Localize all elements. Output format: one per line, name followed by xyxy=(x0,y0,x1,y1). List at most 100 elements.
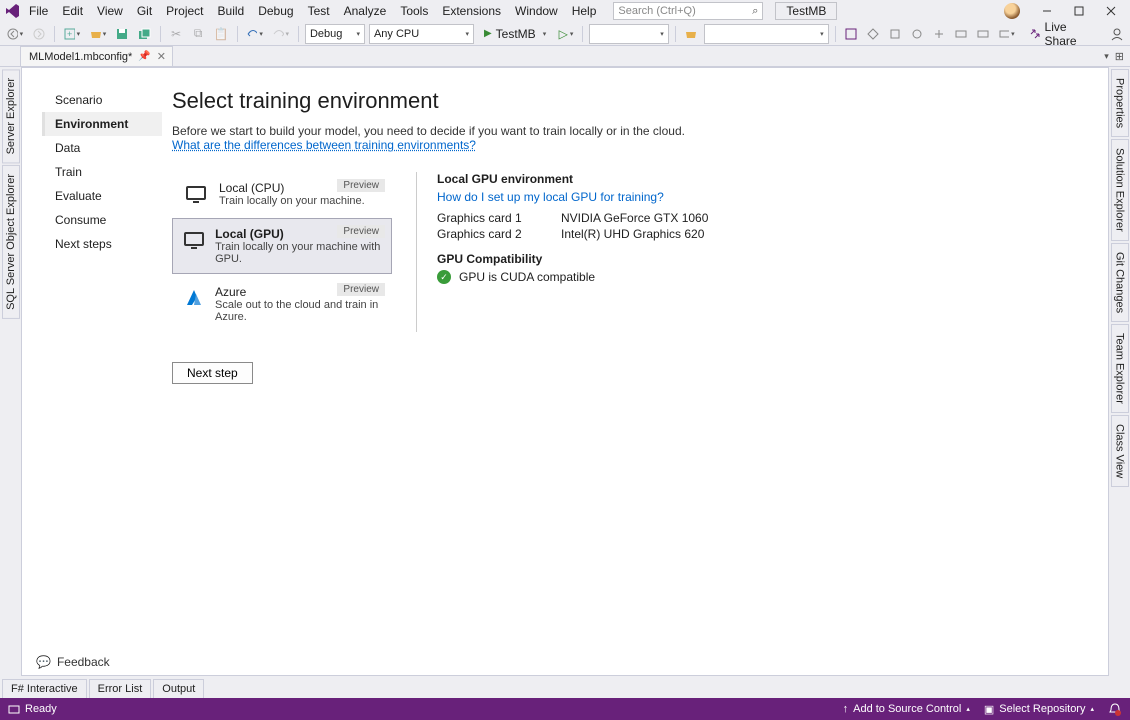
menu-help[interactable]: Help xyxy=(565,2,604,20)
rail-tab-team-explorer[interactable]: Team Explorer xyxy=(1111,324,1129,413)
menu-test[interactable]: Test xyxy=(301,2,337,20)
select-repository-button[interactable]: ▣ Select Repository ▴ xyxy=(984,703,1094,716)
rail-tab-git-changes[interactable]: Git Changes xyxy=(1111,243,1129,322)
process-combo[interactable] xyxy=(704,24,829,44)
menu-view[interactable]: View xyxy=(90,2,130,20)
tool-icon-3[interactable] xyxy=(886,24,904,44)
step-next-steps[interactable]: Next steps xyxy=(42,232,162,256)
rail-tab-solution-explorer[interactable]: Solution Explorer xyxy=(1111,139,1129,241)
step-nav: ScenarioEnvironmentDataTrainEvaluateCons… xyxy=(42,88,162,649)
page-title: Select training environment xyxy=(172,88,1088,114)
rail-tab-class-view[interactable]: Class View xyxy=(1111,415,1129,487)
separator xyxy=(160,26,161,42)
menu-edit[interactable]: Edit xyxy=(55,2,90,20)
tab-overflow-icon[interactable]: ▾ xyxy=(1104,51,1109,62)
step-scenario[interactable]: Scenario xyxy=(42,88,162,112)
paste-button[interactable]: 📋 xyxy=(211,24,231,44)
cut-button[interactable]: ✂ xyxy=(167,24,185,44)
training-diff-link[interactable]: What are the differences between trainin… xyxy=(172,138,476,152)
tool-icon-4[interactable] xyxy=(908,24,926,44)
env-card-desc: Train locally on your machine with GPU. xyxy=(215,241,381,265)
env-card-local-cpu-[interactable]: Local (CPU)Train locally on your machine… xyxy=(172,172,392,216)
tab-settings-icon[interactable]: ⊞ xyxy=(1115,50,1124,63)
env-card-desc: Train locally on your machine. xyxy=(219,195,365,207)
account-icon[interactable] xyxy=(1107,24,1126,44)
bottom-tab-output[interactable]: Output xyxy=(153,679,204,698)
rail-tab-properties[interactable]: Properties xyxy=(1111,69,1129,137)
tool-icon-1[interactable] xyxy=(842,24,860,44)
rail-tab-server-explorer[interactable]: Server Explorer xyxy=(2,69,20,163)
browse-button[interactable] xyxy=(682,24,700,44)
title-bar: FileEditViewGitProjectBuildDebugTestAnal… xyxy=(0,0,1130,22)
add-source-control-button[interactable]: ↑ Add to Source Control ▴ xyxy=(843,703,970,715)
document-tab-row: MLModel1.mbconfig* 📌 ✕ ▾ ⊞ xyxy=(0,46,1130,67)
gpu-table: Graphics card 1NVIDIA GeForce GTX 1060Gr… xyxy=(437,210,1088,242)
step-data[interactable]: Data xyxy=(42,136,162,160)
notifications-icon[interactable] xyxy=(1108,702,1122,716)
menu-build[interactable]: Build xyxy=(211,2,252,20)
pin-icon[interactable]: 📌 xyxy=(138,51,150,62)
copy-button[interactable]: ⧉ xyxy=(189,24,207,44)
start-debug-button[interactable]: ▶TestMB▾ xyxy=(478,24,552,44)
status-bar: Ready ↑ Add to Source Control ▴ ▣ Select… xyxy=(0,698,1130,720)
step-evaluate[interactable]: Evaluate xyxy=(42,184,162,208)
gpu-name: Intel(R) UHD Graphics 620 xyxy=(561,227,704,241)
configuration-combo[interactable]: Debug xyxy=(305,24,365,44)
compat-heading: GPU Compatibility xyxy=(437,252,1088,266)
open-button[interactable] xyxy=(87,24,109,44)
save-button[interactable] xyxy=(113,24,131,44)
menu-project[interactable]: Project xyxy=(159,2,210,20)
close-button[interactable] xyxy=(1096,1,1126,21)
menu-git[interactable]: Git xyxy=(130,2,159,20)
start-without-debug-button[interactable]: ▷ xyxy=(556,24,576,44)
upload-icon: ↑ xyxy=(843,703,849,715)
close-tab-icon[interactable]: ✕ xyxy=(157,50,166,63)
step-environment[interactable]: Environment xyxy=(42,112,162,136)
menu-extensions[interactable]: Extensions xyxy=(435,2,508,20)
menu-tools[interactable]: Tools xyxy=(393,2,435,20)
new-item-button[interactable]: + xyxy=(61,24,83,44)
monitor-icon xyxy=(183,227,205,253)
gpu-label: Graphics card 2 xyxy=(437,227,537,241)
undo-button[interactable] xyxy=(244,24,266,44)
minimize-button[interactable] xyxy=(1032,1,1062,21)
env-card-azure[interactable]: AzureScale out to the cloud and train in… xyxy=(172,276,392,332)
gpu-setup-link[interactable]: How do I set up my local GPU for trainin… xyxy=(437,190,664,204)
user-avatar-icon[interactable] xyxy=(1004,3,1020,19)
redo-button[interactable] xyxy=(270,24,292,44)
tool-icon-7[interactable] xyxy=(974,24,992,44)
rail-tab-sql-server-object-explorer[interactable]: SQL Server Object Explorer xyxy=(2,165,20,319)
env-card-desc: Scale out to the cloud and train in Azur… xyxy=(215,299,381,323)
bottom-tab-error-list[interactable]: Error List xyxy=(89,679,152,698)
document-tab-title: MLModel1.mbconfig* xyxy=(29,51,132,63)
menu-debug[interactable]: Debug xyxy=(251,2,300,20)
forward-button[interactable] xyxy=(30,24,48,44)
search-icon: ⌕ xyxy=(752,5,758,18)
maximize-button[interactable] xyxy=(1064,1,1094,21)
save-all-button[interactable] xyxy=(135,24,154,44)
platform-combo[interactable]: Any CPU xyxy=(369,24,474,44)
env-card-local-gpu-[interactable]: Local (GPU)Train locally on your machine… xyxy=(172,218,392,274)
tool-icon-8[interactable] xyxy=(996,24,1018,44)
bottom-tab-f-interactive[interactable]: F# Interactive xyxy=(2,679,87,698)
search-input[interactable]: Search (Ctrl+Q) ⌕ xyxy=(613,2,763,20)
menu-window[interactable]: Window xyxy=(508,2,565,20)
find-combo[interactable] xyxy=(589,24,669,44)
menu-file[interactable]: File xyxy=(22,2,55,20)
tool-icon-6[interactable] xyxy=(952,24,970,44)
next-step-button[interactable]: Next step xyxy=(172,362,253,384)
menu-analyze[interactable]: Analyze xyxy=(337,2,394,20)
tool-icon-2[interactable] xyxy=(864,24,882,44)
gpu-label: Graphics card 1 xyxy=(437,211,537,225)
step-train[interactable]: Train xyxy=(42,160,162,184)
vs-logo-icon xyxy=(4,3,20,19)
back-button[interactable] xyxy=(4,24,26,44)
document-tab[interactable]: MLModel1.mbconfig* 📌 ✕ xyxy=(20,46,173,66)
solution-name[interactable]: TestMB xyxy=(775,2,837,20)
live-share-icon xyxy=(1028,27,1041,41)
left-side-rail: Server Explorer SQL Server Object Explore… xyxy=(0,67,21,676)
live-share-button[interactable]: Live Share xyxy=(1022,20,1103,48)
step-consume[interactable]: Consume xyxy=(42,208,162,232)
feedback-link[interactable]: Feedback xyxy=(57,655,110,669)
tool-icon-5[interactable] xyxy=(930,24,948,44)
